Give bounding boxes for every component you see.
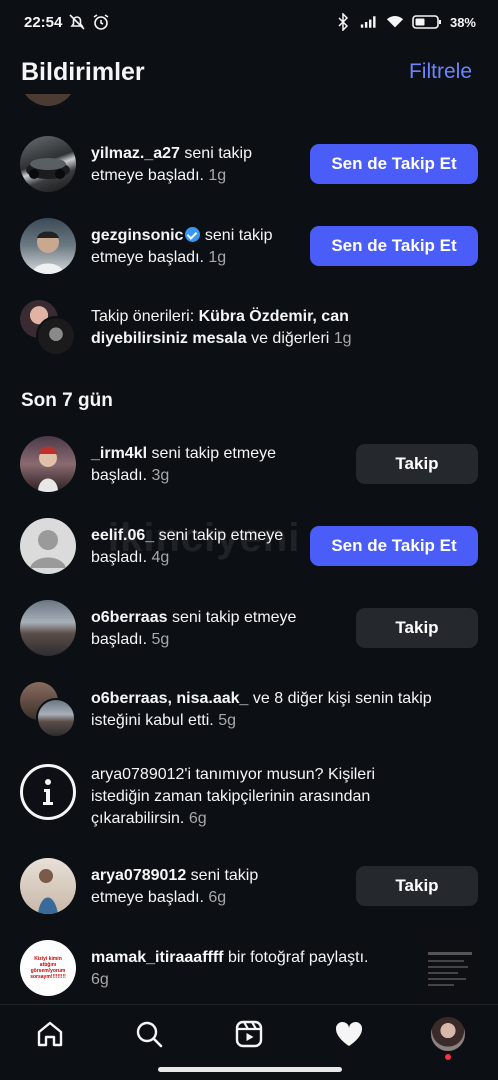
home-indicator[interactable] <box>158 1067 342 1072</box>
notifications-list[interactable]: yilmaz._a27 seni takip etmeye başladı. 1… <box>0 94 498 1004</box>
follow-button[interactable]: Takip <box>356 608 478 648</box>
avatar[interactable] <box>20 218 76 274</box>
alarm-icon <box>92 13 110 31</box>
battery-icon <box>412 13 442 31</box>
status-time: 22:54 <box>24 13 63 31</box>
header: Bildirimler Filtrele <box>0 50 498 94</box>
signal-icon <box>360 13 378 31</box>
stacked-avatars[interactable] <box>20 682 76 738</box>
avatar[interactable] <box>20 436 76 492</box>
heart-icon[interactable] <box>329 1014 369 1054</box>
notification-text: _irm4kl seni takip etmeye başladı. 3g <box>91 445 276 484</box>
verified-badge-icon <box>185 227 201 242</box>
notification-text: yilmaz._a27 seni takip etmeye başladı. 1… <box>91 145 252 184</box>
mute-icon <box>68 13 86 31</box>
notification-text: arya0789012 seni takip etmeye başladı. 6… <box>91 867 259 906</box>
search-icon[interactable] <box>129 1014 169 1054</box>
notification-text: gezginsonic seni takip etmeye başladı. 1… <box>91 227 273 266</box>
bluetooth-icon <box>334 13 352 31</box>
list-item[interactable]: arya0789012 seni takip etmeye başladı. 6… <box>0 858 498 914</box>
notification-text: arya0789012'i tanımıyor musun? Kişileri … <box>91 766 376 827</box>
list-item[interactable]: Takip önerileri: Kübra Özdemir, can diye… <box>0 300 498 356</box>
notification-text: Takip önerileri: Kübra Özdemir, can diye… <box>91 308 352 347</box>
profile-avatar[interactable] <box>428 1014 468 1060</box>
list-item[interactable]: _irm4kl seni takip etmeye başladı. 3g Ta… <box>0 436 498 492</box>
section-title: Son 7 gün <box>21 390 113 411</box>
avatar[interactable] <box>20 858 76 914</box>
follow-button[interactable]: Takip <box>356 866 478 906</box>
notification-dot <box>445 1053 452 1060</box>
battery-percent: 38% <box>449 14 476 30</box>
list-item[interactable]: o6berraas seni takip etmeye başladı. 5g … <box>0 600 498 656</box>
notification-text: mamak_itiraaaffff bir fotoğraf paylaştı.… <box>91 949 369 988</box>
list-item[interactable]: yilmaz._a27 seni takip etmeye başladı. 1… <box>0 136 498 192</box>
list-item[interactable]: o6berraas, nisa.aak_ ve 8 diğer kişi sen… <box>0 682 498 738</box>
list-item[interactable]: arya0789012'i tanımıyor musun? Kişileri … <box>0 764 498 830</box>
default-avatar-icon[interactable] <box>20 518 76 574</box>
follow-back-button[interactable]: Sen de Takip Et <box>310 226 478 266</box>
list-item[interactable]: gezginsonic seni takip etmeye başladı. 1… <box>0 218 498 274</box>
notification-text: o6berraas seni takip etmeye başladı. 5g <box>91 609 297 648</box>
avatar[interactable] <box>20 136 76 192</box>
info-icon <box>20 764 76 820</box>
avatar[interactable]: Kiziyi kimin attığını görsem/yorum sorsa… <box>20 940 76 996</box>
stacked-avatars[interactable] <box>20 300 76 356</box>
follow-button[interactable]: Takip <box>356 444 478 484</box>
filter-button[interactable]: Filtrele <box>409 60 472 84</box>
wifi-icon <box>386 13 404 31</box>
bottom-nav <box>0 1004 498 1062</box>
status-bar: 22:54 38% <box>0 0 498 44</box>
home-icon[interactable] <box>30 1014 70 1054</box>
follow-back-button[interactable]: Sen de Takip Et <box>310 526 478 566</box>
post-thumbnail[interactable] <box>422 940 478 996</box>
avatar <box>36 698 76 738</box>
watermark: ikinciyeni <box>108 516 301 560</box>
notification-text: o6berraas, nisa.aak_ ve 8 diğer kişi sen… <box>91 690 432 729</box>
avatar <box>36 316 76 356</box>
reels-icon[interactable] <box>229 1014 269 1054</box>
avatar[interactable] <box>20 94 76 106</box>
page-title: Bildirimler <box>21 57 145 86</box>
avatar[interactable] <box>20 600 76 656</box>
list-item[interactable]: Kiziyi kimin attığını görsem/yorum sorsa… <box>0 940 498 996</box>
follow-back-button[interactable]: Sen de Takip Et <box>310 144 478 184</box>
